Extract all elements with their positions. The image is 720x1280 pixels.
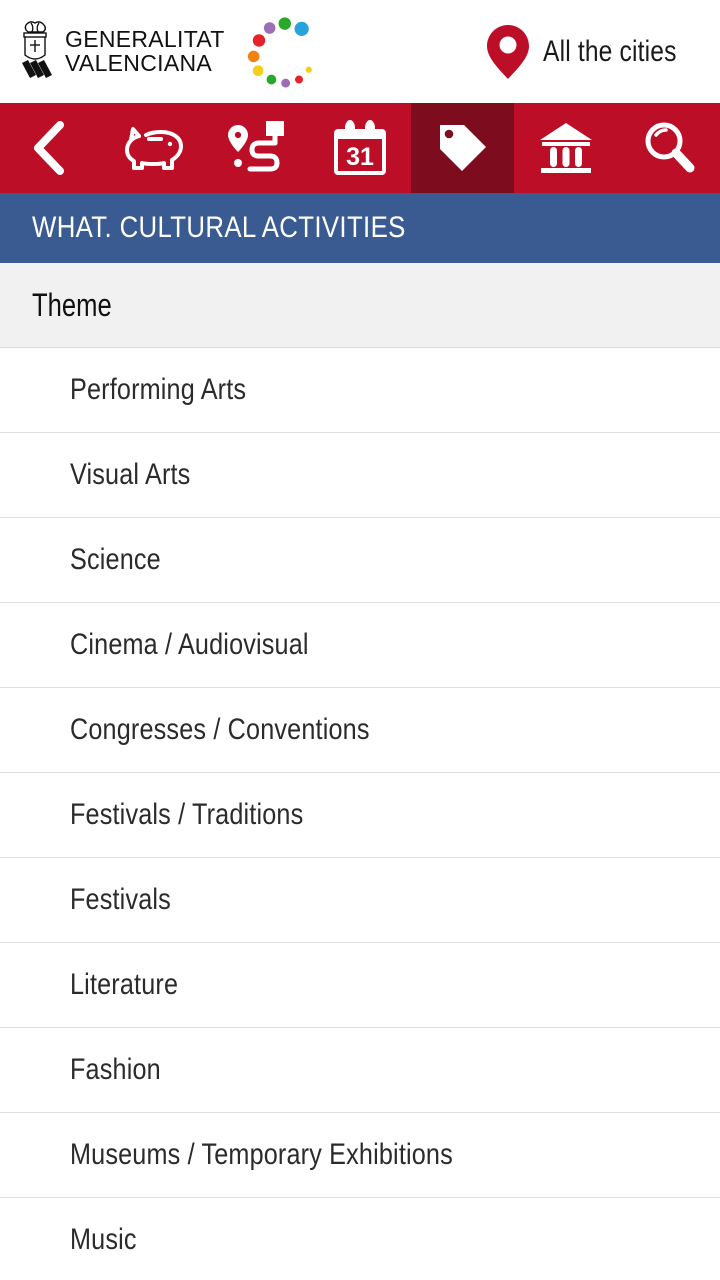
theme-list-item-label: Fashion [70,1053,161,1086]
theme-group-label: Theme [32,286,112,323]
theme-list-item[interactable]: Performing Arts [0,348,720,433]
tab-routes[interactable] [206,103,309,193]
tab-what[interactable] [411,103,515,193]
c-logo-dot-4 [247,50,260,62]
page-title: WHAT. CULTURAL ACTIVITIES [32,211,406,244]
c-logo-dot-6 [266,74,276,84]
theme-list-item[interactable]: Music [0,1198,720,1280]
c-logo-dot-7 [280,78,290,88]
theme-list-item-label: Performing Arts [70,373,247,406]
theme-list-item-label: Visual Arts [70,458,191,491]
c-logo-dot-9 [305,66,312,73]
main-toolbar: 31 [0,103,720,193]
back-button[interactable] [0,103,103,193]
map-pin-icon [487,24,530,79]
all-the-cities-label: All the cities [543,34,677,68]
section-title-bar: WHAT. CULTURAL ACTIVITIES [0,193,720,263]
c-logo-dot-1 [294,21,309,36]
calendar-day-number: 31 [346,143,374,171]
theme-list-item[interactable]: Literature [0,943,720,1028]
search-icon [645,122,695,173]
theme-list-item[interactable]: Festivals [0,858,720,943]
theme-list-item-label: Congresses / Conventions [70,713,370,746]
route-pin-icon [228,121,285,172]
theme-list: Performing Arts Visual Arts Science Cinema … [0,348,720,1280]
museum-icon [539,123,592,173]
tab-calendar[interactable]: 31 [309,103,412,193]
theme-list-item-label: Literature [70,968,179,1001]
valencia-coat-of-arms-icon [22,20,52,78]
theme-list-item[interactable]: Fashion [0,1028,720,1113]
theme-list-item[interactable]: Visual Arts [0,433,720,518]
c-logo-dot-2 [263,21,276,34]
all-the-cities-selector[interactable]: All the cities [485,24,706,80]
piggy-bank-icon [125,127,184,170]
theme-list-item-label: Music [70,1223,137,1256]
tab-search[interactable] [617,103,720,193]
c-logo-dot-0 [278,16,291,30]
brand-header: GENERALITAT VALENCIANA All the cities [0,0,720,103]
theme-list-item-label: Cinema / Audiovisual [70,628,309,661]
theme-list-item[interactable]: Cinema / Audiovisual [0,603,720,688]
tab-budget[interactable] [103,103,206,193]
generalitat-wordmark: GENERALITAT VALENCIANA [65,25,225,76]
theme-list-item-label: Festivals / Traditions [70,798,304,831]
tab-museums[interactable] [514,103,617,193]
c-logo-dot-3 [252,33,265,47]
brand-line-2: VALENCIANA [65,49,213,76]
tag-icon [439,125,486,171]
back-chevron-icon [34,121,65,175]
brand-line-1: GENERALITAT [65,25,225,52]
c-logo-dot-8 [294,75,303,84]
theme-list-item[interactable]: Congresses / Conventions [0,688,720,773]
comunitat-valenciana-c-logo-icon [247,16,312,88]
theme-group-header: Theme [0,263,720,348]
calendar-31-icon: 31 [334,120,386,175]
theme-list-item-label: Museums / Temporary Exhibitions [70,1138,453,1171]
theme-list-item-label: Festivals [70,883,171,916]
theme-list-item[interactable]: Festivals / Traditions [0,773,720,858]
c-logo-dot-5 [252,64,264,76]
theme-list-item[interactable]: Museums / Temporary Exhibitions [0,1113,720,1198]
theme-list-item-label: Science [70,543,161,576]
generalitat-valenciana-logo: GENERALITAT VALENCIANA [14,19,225,85]
theme-list-item[interactable]: Science [0,518,720,603]
